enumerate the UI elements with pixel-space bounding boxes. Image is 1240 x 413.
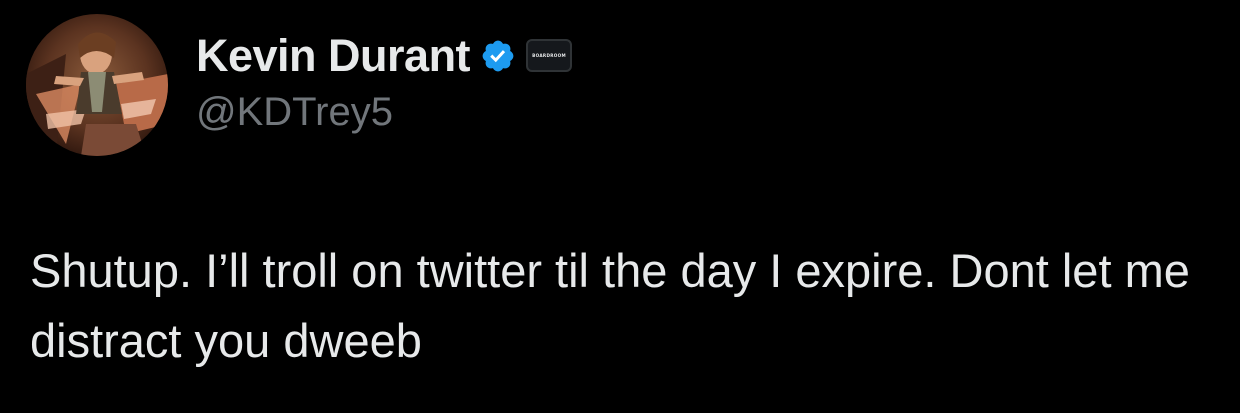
tweet-header: Kevin Durant BOARDROOM @KDTrey5 — [26, 14, 573, 156]
affiliate-badge-label: BOARDROOM — [532, 53, 566, 58]
tweet-text: Shutup. I’ll troll on twitter til the da… — [30, 244, 1203, 367]
tweet-card: Kevin Durant BOARDROOM @KDTrey5 Shutup. … — [0, 0, 1240, 413]
avatar[interactable] — [26, 14, 168, 156]
affiliate-badge[interactable]: BOARDROOM — [526, 39, 573, 72]
author-display-name[interactable]: Kevin Durant — [196, 30, 471, 82]
author-identity: Kevin Durant BOARDROOM @KDTrey5 — [196, 28, 573, 135]
name-row: Kevin Durant BOARDROOM — [196, 28, 573, 84]
avatar-image — [26, 14, 168, 156]
author-handle[interactable]: @KDTrey5 — [196, 90, 572, 135]
verified-badge-icon[interactable] — [480, 38, 516, 74]
